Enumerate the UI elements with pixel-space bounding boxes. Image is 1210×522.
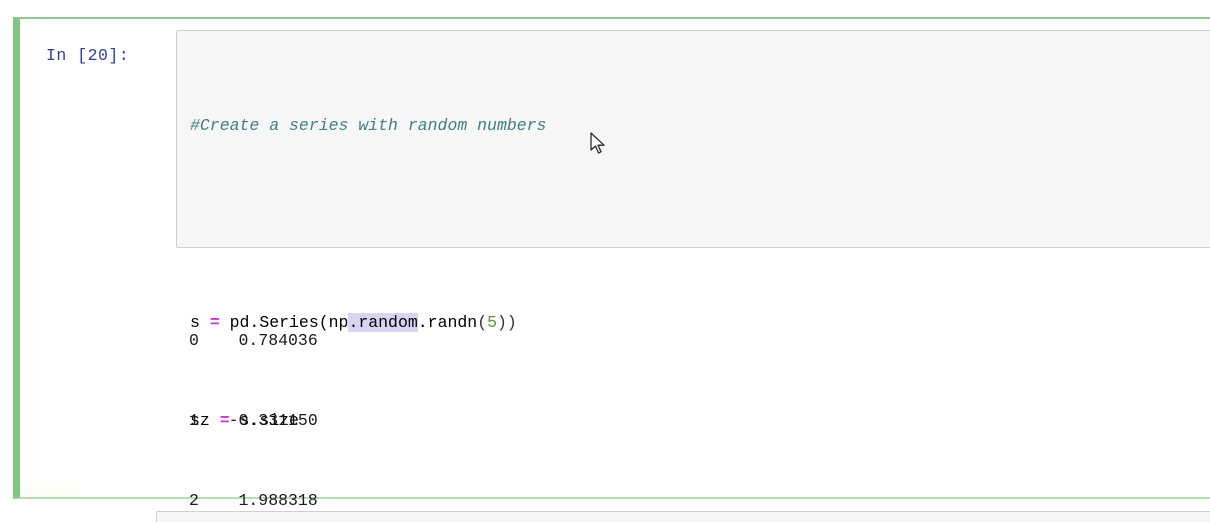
cell-inner: In [20]: #Create a series with random nu… — [20, 19, 1210, 522]
notebook-cell-next[interactable] — [13, 505, 1210, 522]
next-code-input-area[interactable] — [156, 511, 1210, 522]
notebook-page: In [20]: #Create a series with random nu… — [0, 0, 1210, 522]
output-line-1: 1 -0.331150 — [189, 410, 318, 430]
code-line-2-blank — [190, 212, 546, 237]
cell-output-text: 0 0.784036 1 -0.331150 2 1.988318 3 -1.2… — [189, 275, 882, 522]
code-comment: #Create a series with random numbers — [190, 115, 547, 135]
output-line-0: 0 0.784036 — [189, 331, 318, 351]
code-input-area[interactable]: #Create a series with random numbers s =… — [176, 30, 1210, 522]
code-line-1: #Create a series with random numbers — [190, 114, 546, 139]
notebook-cell-selected[interactable]: In [20]: #Create a series with random nu… — [13, 17, 1210, 522]
cell-prompt-in: In [20]: — [46, 46, 130, 65]
